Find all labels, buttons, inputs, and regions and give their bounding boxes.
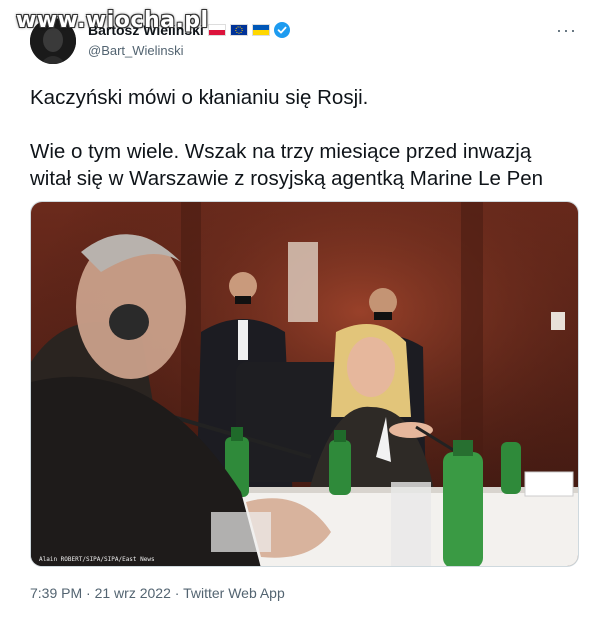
- verified-badge-icon: [273, 22, 290, 38]
- tweet-metadata: 7:39 PM · 21 wrz 2022 · Twitter Web App: [30, 585, 285, 601]
- more-options-button[interactable]: ···: [556, 20, 577, 41]
- flag-ukraine-icon: [251, 24, 270, 36]
- tweet-paragraph-1: Kaczyński mówi o kłanianiu się Rosji.: [30, 86, 369, 109]
- meta-separator-1: ·: [82, 585, 95, 601]
- user-handle[interactable]: @Bart_Wielinski: [88, 43, 184, 58]
- tweet-date[interactable]: 21 wrz 2022: [95, 585, 171, 601]
- tweet-photo[interactable]: Alain ROBERT/SIPA/SIPA/East News: [30, 201, 579, 567]
- photo-credit: Alain ROBERT/SIPA/SIPA/East News: [39, 556, 155, 563]
- tweet-time[interactable]: 7:39 PM: [30, 585, 82, 601]
- meta-separator-2: ·: [170, 585, 184, 601]
- flag-poland-icon: [207, 24, 226, 36]
- site-watermark: www.wiocha.pl: [16, 8, 209, 33]
- tweet-source: Twitter Web App: [183, 585, 285, 601]
- conference-photo-image: [31, 202, 578, 566]
- tweet-paragraph-2: Wie o tym wiele. Wszak na trzy miesiące …: [30, 140, 544, 190]
- tweet-text: Kaczyński mówi o kłanianiu się Rosji. Wi…: [30, 84, 575, 192]
- flag-eu-icon: [229, 24, 248, 36]
